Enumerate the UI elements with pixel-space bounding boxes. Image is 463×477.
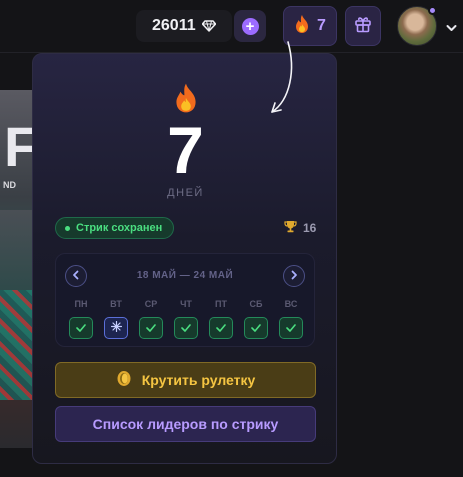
status-text: Стрик сохранен xyxy=(76,222,163,234)
balance-display[interactable]: 26011 xyxy=(136,10,232,42)
check-icon xyxy=(251,319,261,337)
next-week-button[interactable] xyxy=(283,265,305,287)
streak-count: 7 xyxy=(317,17,326,34)
check-icon xyxy=(181,319,191,337)
game-title-fragment: FP xyxy=(4,115,34,178)
day-status xyxy=(104,317,128,339)
check-icon xyxy=(216,319,226,337)
day-label: СБ xyxy=(249,299,263,309)
chevron-down-icon[interactable] xyxy=(446,19,457,37)
card-artwork xyxy=(0,210,34,290)
best-streak: 16 xyxy=(284,220,316,236)
check-icon xyxy=(146,319,156,337)
day-column: ЧТ xyxy=(174,299,198,339)
day-status xyxy=(69,317,93,339)
chevron-right-icon xyxy=(290,267,298,285)
day-label: ВТ xyxy=(110,299,122,309)
spin-roulette-label: Крутить рулетку xyxy=(141,372,256,388)
day-column: СБ xyxy=(244,299,268,339)
day-label: СР xyxy=(144,299,158,309)
day-label: ПТ xyxy=(215,299,227,309)
day-column: ПН xyxy=(69,299,93,339)
online-indicator xyxy=(428,6,437,15)
game-subtitle-fragment: ND xyxy=(3,180,16,190)
day-column: ПТ xyxy=(209,299,233,339)
top-bar: 26011 + 7 xyxy=(0,0,463,52)
spin-roulette-button[interactable]: Крутить рулетку xyxy=(55,362,316,398)
balance-value: 26011 xyxy=(152,17,196,34)
week-calendar: 18 МАЙ — 24 МАЙ ПН ВТ СР ЧТ ПТ СБ ВС xyxy=(55,253,315,347)
week-range: 18 МАЙ — 24 МАЙ xyxy=(136,270,234,281)
day-label: ЧТ xyxy=(180,299,192,309)
streak-leaderboard-button[interactable]: Список лидеров по стрику xyxy=(55,406,316,442)
background-game-card[interactable]: FP ND xyxy=(0,90,34,448)
coin-icon xyxy=(116,370,132,390)
fire-icon xyxy=(294,14,310,39)
day-column: СР xyxy=(139,299,163,339)
day-status xyxy=(174,317,198,339)
status-badge: Стрик сохранен xyxy=(55,217,175,239)
day-column: ВС xyxy=(279,299,303,339)
streak-leaderboard-label: Список лидеров по стрику xyxy=(92,416,279,432)
gift-button[interactable] xyxy=(345,6,381,46)
check-icon xyxy=(286,319,296,337)
plus-icon: + xyxy=(241,17,259,35)
streak-unit-label: ДНЕЙ xyxy=(167,187,204,199)
add-balance-button[interactable]: + xyxy=(234,10,266,42)
day-status xyxy=(244,317,268,339)
check-icon xyxy=(76,319,86,337)
card-artwork-pattern xyxy=(0,290,34,400)
day-label: ПН xyxy=(74,299,88,309)
curved-arrow-icon xyxy=(266,40,296,135)
status-dot xyxy=(65,225,70,231)
day-label: ВС xyxy=(284,299,298,309)
trophy-icon xyxy=(284,220,297,236)
day-column: ВТ xyxy=(104,299,128,339)
day-status xyxy=(279,317,303,339)
gift-icon xyxy=(354,15,372,38)
day-status xyxy=(209,317,233,339)
snowflake-icon xyxy=(110,319,122,337)
best-streak-value: 16 xyxy=(303,221,317,235)
diamond-icon xyxy=(201,20,216,32)
day-status xyxy=(139,317,163,339)
